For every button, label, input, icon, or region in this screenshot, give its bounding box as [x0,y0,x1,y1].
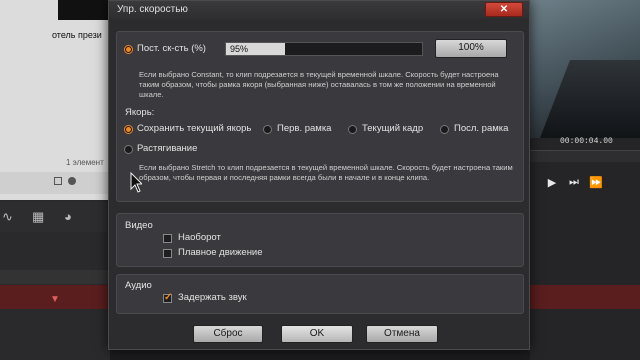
anchor-label-keep-current: Сохранить текущий якорь [137,123,252,134]
next-frame-icon[interactable]: ⏭ [566,176,582,189]
reverse-label: Наоборот [178,232,221,243]
preview-panel: 00:00:04.00 ▶ ⏭ ⏩ [530,0,640,360]
reset-button[interactable]: Сброс [193,325,263,343]
anchor-radio-last-frame[interactable] [440,125,449,134]
anchor-radio-current-frame[interactable] [348,125,357,134]
anchor-heading: Якорь: [125,107,155,118]
grid-icon[interactable]: ▦ [32,210,46,224]
zoom-slider-knob[interactable] [68,177,76,185]
hold-audio-checkbox[interactable] [163,292,172,303]
ok-button[interactable]: OK [281,325,353,343]
constant-speed-radio[interactable] [124,45,133,54]
timeline-track-right[interactable] [530,285,640,309]
stretch-radio[interactable] [124,145,133,154]
anchor-label-current-frame: Текущий кадр [362,123,424,134]
smooth-motion-checkbox[interactable] [163,249,172,258]
color-wheel-icon[interactable]: ◕ [64,210,78,224]
library-area: отель прези 1 элемент [0,0,110,200]
timeline-toolbar: ∿ ▦ ◕ [0,202,110,232]
close-button[interactable]: ✕ [485,2,523,17]
play-icon[interactable]: ▶ [544,176,560,189]
speed-control-dialog: Упр. скоростью ✕ Пост. ск-сть (%) 95% 10… [108,0,530,350]
speed-percent-field[interactable]: 95% [225,42,423,56]
constant-description: Если выбрано Constant, то клип подрезает… [139,70,499,99]
clip-thumbnail[interactable] [58,0,110,20]
cancel-button[interactable]: Отмена [366,325,438,343]
hold-audio-label: Задержать звук [178,292,247,303]
playhead-icon[interactable]: ▼ [50,294,60,305]
item-count: 1 элемент [66,158,104,167]
anchor-radio-keep-current[interactable] [124,125,133,134]
anchor-label-first-frame: Перв. рамка [277,123,332,134]
video-section: Видео Наоборот Плавное движение [116,213,524,267]
dialog-title: Упр. скоростью [117,4,188,15]
reset-100-button[interactable]: 100% [435,39,507,58]
zoom-slider-row [0,172,110,194]
smooth-motion-label: Плавное движение [178,247,263,258]
constant-speed-label: Пост. ск-сть (%) [137,43,206,54]
fast-forward-icon[interactable]: ⏩ [588,176,604,189]
mouse-cursor-icon [130,172,142,193]
clip-title: отель прези [52,30,102,40]
anchor-radio-first-frame[interactable] [263,125,272,134]
stretch-description: Если выбрано Stretch то клип подрезается… [139,163,513,182]
reverse-checkbox[interactable] [163,234,172,243]
timecode: 00:00:04.00 [560,137,613,146]
anchor-label-last-frame: Посл. рамка [454,123,509,134]
speed-section: Пост. ск-сть (%) 95% 100% Если выбрано C… [116,31,524,202]
video-heading: Видео [125,220,153,231]
audio-heading: Аудио [125,280,152,291]
preview-ruler[interactable] [530,150,640,162]
library-panel: отель прези 1 элемент ∿ ▦ ◕ ▼ [0,0,110,360]
speed-percent-value: 95% [230,44,249,54]
road-image [540,60,640,138]
video-preview [530,0,640,138]
stretch-label: Растягивание [137,143,198,154]
timeline-ruler[interactable] [0,270,110,284]
wave-icon[interactable]: ∿ [2,210,16,224]
view-toggle-icon[interactable] [54,177,62,185]
audio-section: Аудио Задержать звук [116,274,524,314]
transport-controls: ▶ ⏭ ⏩ [530,168,640,196]
dialog-titlebar[interactable]: Упр. скоростью ✕ [109,1,529,19]
